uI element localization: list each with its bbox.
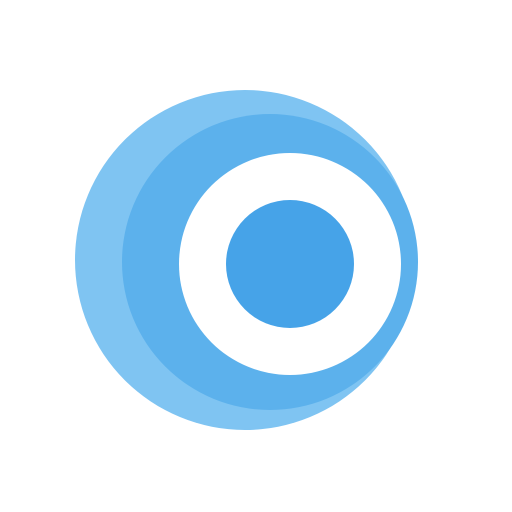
core-dot-circle: [226, 200, 354, 328]
concentric-circles-logo-icon: [75, 90, 418, 430]
app-icon-canvas: [0, 0, 512, 512]
